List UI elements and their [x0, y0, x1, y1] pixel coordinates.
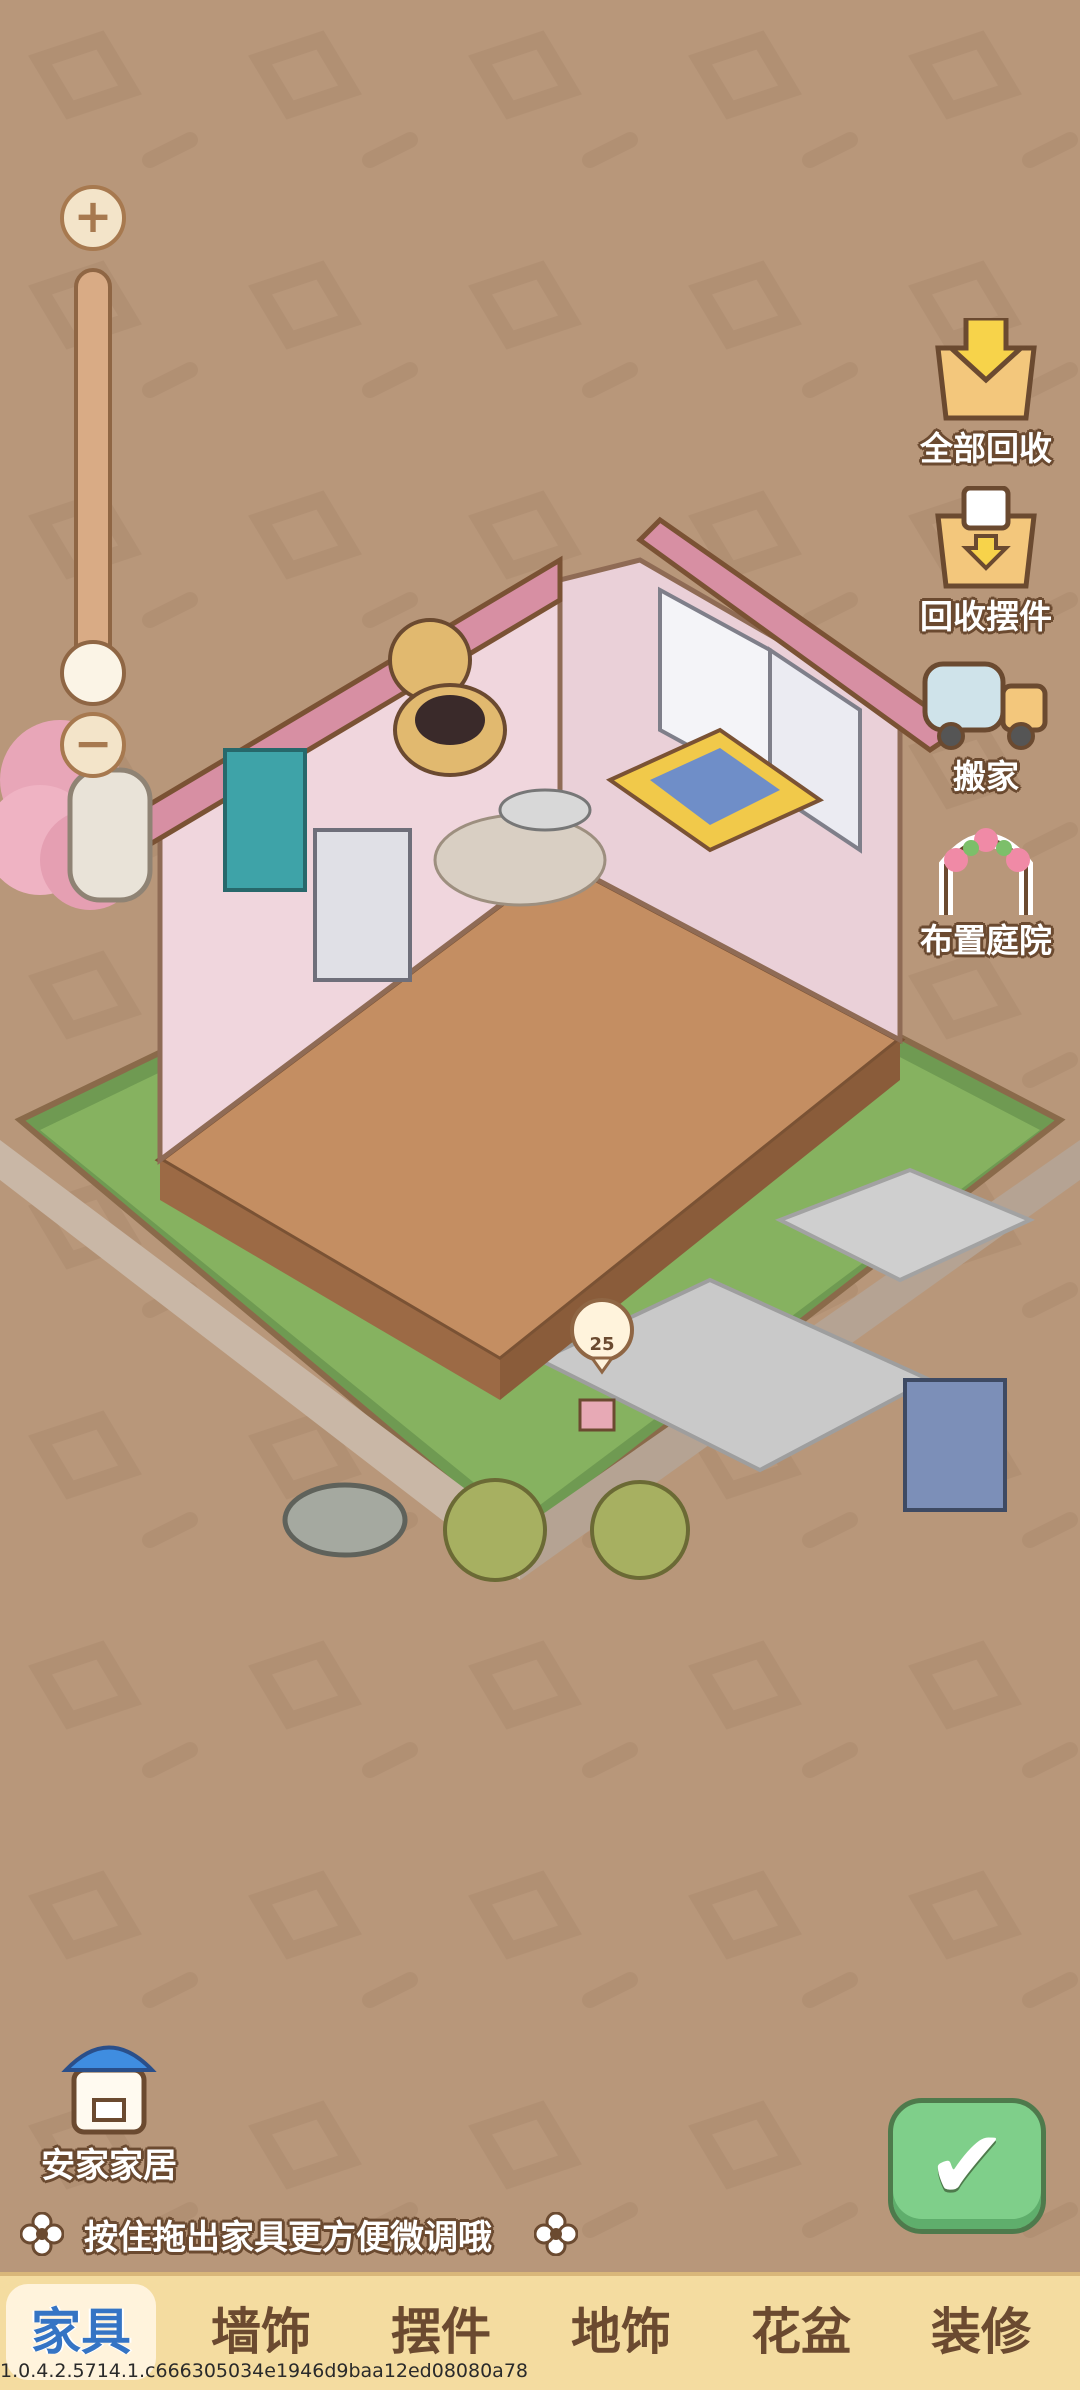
recycle-ornaments-label: 回收摆件 — [920, 597, 1052, 636]
hint-bar: 按住拖出家具更方便微调哦 — [20, 2202, 580, 2266]
confirm-button[interactable]: ✔ — [888, 2098, 1046, 2234]
tab-renovation[interactable]: 装修 — [906, 2284, 1056, 2380]
coffee-table[interactable] — [498, 788, 592, 832]
recycle-all-button[interactable]: 全部回收 — [916, 318, 1056, 470]
version-string: 1.0.4.2.5714.1.c666305034e1946d9baa12ed0… — [0, 2360, 529, 2382]
decorate-yard-label: 布置庭院 — [920, 921, 1052, 960]
decorate-yard-button[interactable]: 布置庭院 — [916, 820, 1056, 962]
home-helper-label: 安家家居 — [41, 2146, 177, 2186]
cup-recycle-icon — [935, 486, 1037, 589]
tab-floor-decor[interactable]: 地饰 — [546, 2284, 696, 2380]
move-house-label: 搬家 — [953, 757, 1019, 796]
shower-curtain[interactable] — [223, 748, 307, 892]
flower-icon — [20, 2212, 64, 2256]
zoom-slider-thumb[interactable] — [60, 640, 126, 706]
house-with-cap-icon — [61, 2045, 157, 2135]
move-house-button[interactable]: 搬家 — [916, 656, 1056, 798]
zoom-out-button[interactable]: − — [60, 712, 126, 778]
tab-flower-pots[interactable]: 花盆 — [726, 2284, 876, 2380]
recycle-all-label: 全部回收 — [920, 429, 1052, 468]
home-helper-button[interactable]: 安家家居 — [24, 2030, 194, 2187]
stone-well[interactable] — [282, 1482, 408, 1558]
moving-truck-icon — [922, 661, 1048, 750]
recycle-ornaments-button[interactable]: 回收摆件 — [916, 486, 1056, 638]
fridge[interactable] — [313, 828, 412, 982]
bush[interactable] — [590, 1480, 690, 1580]
mailbox[interactable] — [578, 1398, 616, 1432]
box-recycle-all-icon — [935, 318, 1037, 421]
checkmark-icon: ✔ — [926, 2109, 1008, 2221]
round-rug[interactable] — [433, 813, 607, 907]
zoom-in-button[interactable]: + — [60, 185, 126, 251]
bush[interactable] — [443, 1478, 547, 1582]
level-badge-number: 25 — [589, 1334, 614, 1355]
garden-door[interactable] — [67, 767, 153, 903]
garden-arch-icon — [939, 828, 1033, 915]
hint-text: 按住拖出家具更方便微调哦 — [84, 2218, 492, 2258]
garden-gate[interactable] — [903, 1378, 1007, 1512]
zoom-slider-track[interactable] — [74, 268, 112, 688]
flower-icon — [534, 2212, 578, 2256]
